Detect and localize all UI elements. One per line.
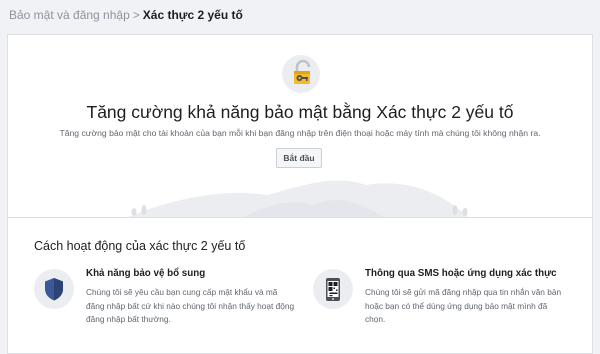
hero-title: Tăng cường khả năng bảo mật bằng Xác thự… xyxy=(86,102,514,122)
feature-desc-line: chọn. xyxy=(365,314,386,324)
shield-icon xyxy=(34,269,74,309)
two-factor-card: Tăng cường khả năng bảo mật bằng Xác thự… xyxy=(7,34,593,354)
start-button[interactable]: Bắt đầu xyxy=(276,148,322,168)
section-divider xyxy=(8,217,592,218)
feature-desc-line: đăng nhập bất cứ khi nào chúng tôi nhận … xyxy=(86,300,295,311)
breadcrumb-parent-link[interactable]: Bảo mật và đăng nhập xyxy=(9,8,130,22)
phone-qr-code-icon xyxy=(313,269,353,309)
feature-desc-line: Chúng tôi sẽ gửi mã đăng nhập qua tin nh… xyxy=(365,287,562,297)
padlock-with-key-icon xyxy=(282,55,320,93)
feature-desc-protection: Chúng tôi sẽ yêu cầu bạn cung cấp mật kh… xyxy=(86,286,296,327)
breadcrumb: Bảo mật và đăng nhập > Xác thực 2 yếu tố xyxy=(9,8,243,22)
feature-desc-line: hoặc bạn có thể dùng ứng dụng bảo mật mì… xyxy=(365,300,548,311)
hero-subtitle: Tăng cường bảo mật cho tài khoản của bạn… xyxy=(59,128,541,138)
mountains-illustration xyxy=(128,180,468,217)
feature-title-sms-app: Thông qua SMS hoặc ứng dụng xác thực xyxy=(365,268,557,279)
how-it-works-title: Cách hoạt động của xác thực 2 yếu tố xyxy=(34,239,246,253)
feature-desc-line: Chúng tôi sẽ yêu cầu bạn cung cấp mật kh… xyxy=(86,287,278,297)
breadcrumb-current: Xác thực 2 yếu tố xyxy=(142,8,243,22)
feature-desc-sms-app: Chúng tôi sẽ gửi mã đăng nhập qua tin nh… xyxy=(365,286,575,327)
hero-section: Tăng cường khả năng bảo mật bằng Xác thự… xyxy=(8,35,592,217)
feature-desc-line: đăng nhập bất thường. xyxy=(86,314,171,324)
breadcrumb-separator: > xyxy=(132,8,140,22)
feature-title-protection: Khả năng bảo vệ bổ sung xyxy=(86,268,206,279)
